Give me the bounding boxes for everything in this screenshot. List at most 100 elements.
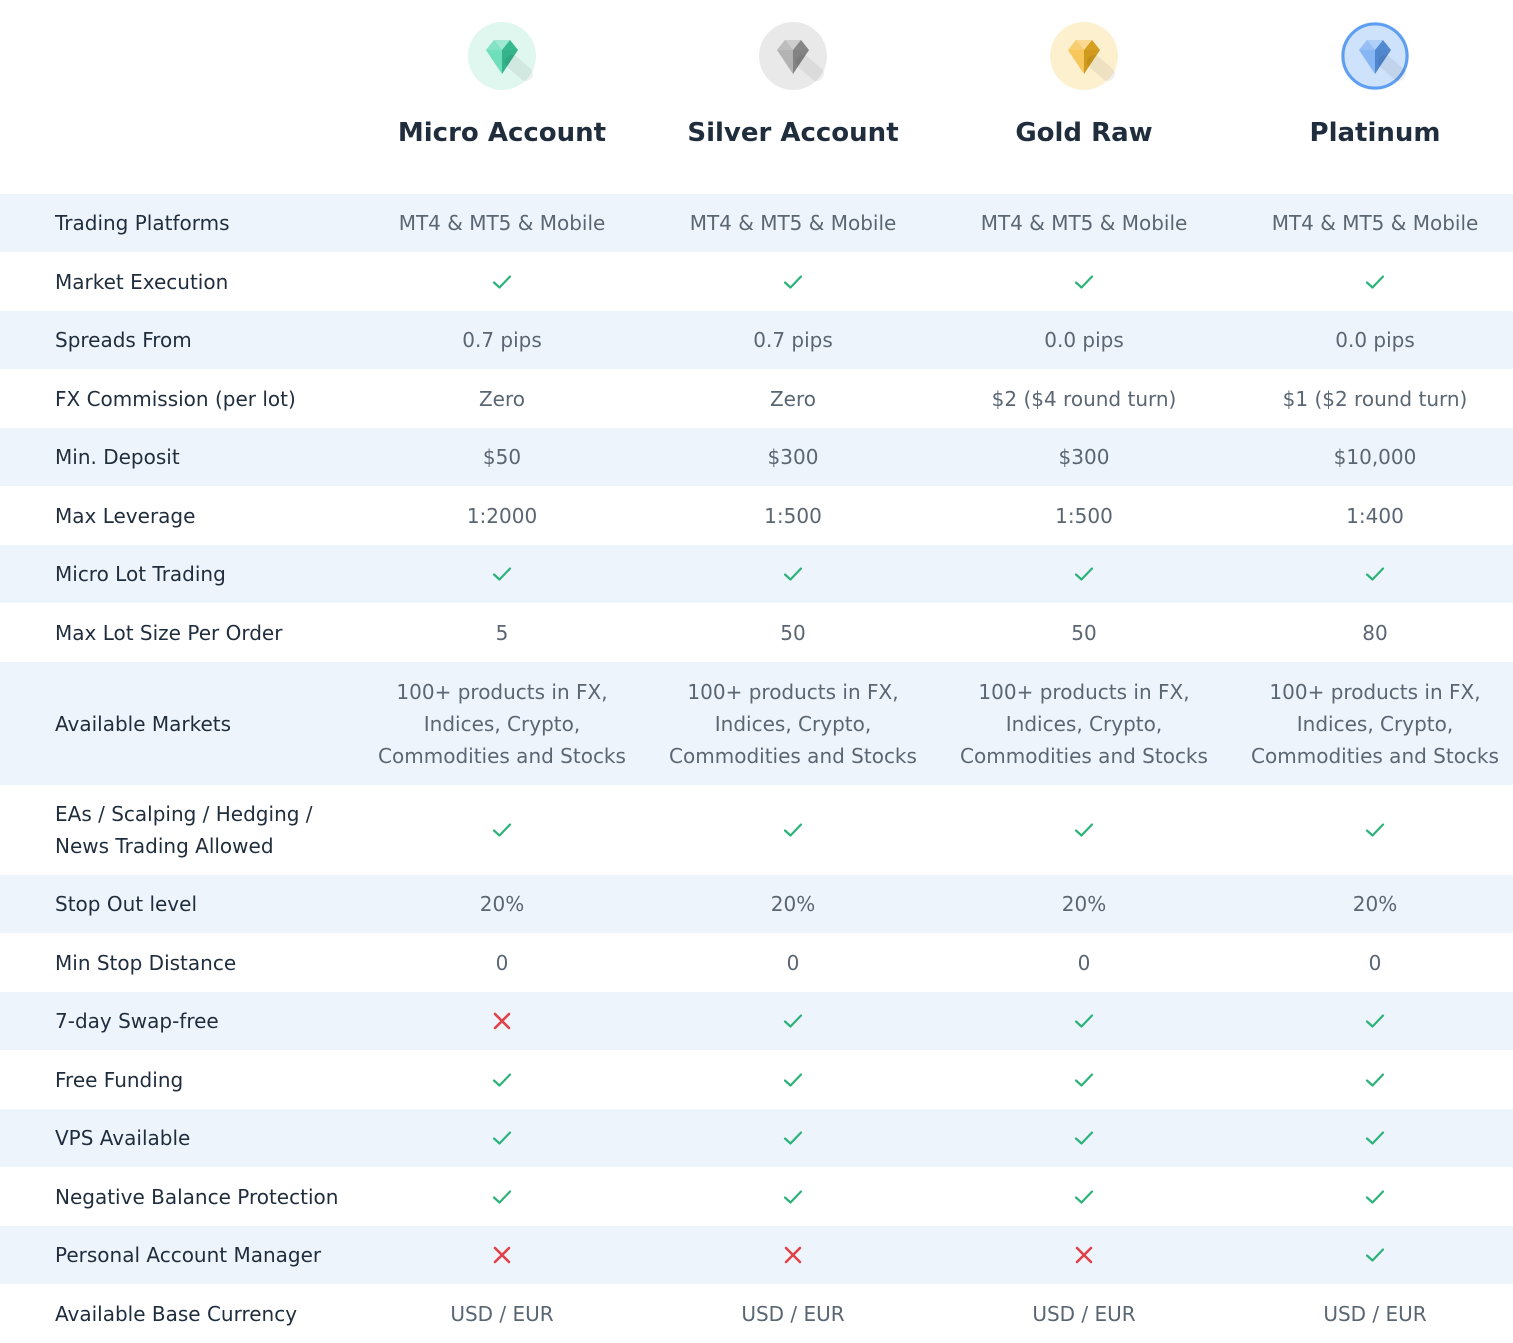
cell-platinum: 80	[1230, 603, 1513, 662]
check-icon	[1365, 1189, 1385, 1205]
cell-platinum	[1230, 1050, 1513, 1109]
row-label-7-day-swap-free: 7-day Swap-free	[55, 1009, 219, 1033]
cross-icon	[784, 1246, 802, 1264]
cell-silver-account: 100+ products in FX, Indices, Crypto, Co…	[648, 662, 938, 785]
cell-platinum: 0.0 pips	[1230, 311, 1513, 369]
row-label-available-markets: Available Markets	[55, 711, 232, 736]
diamond-blue-icon	[1341, 22, 1409, 90]
check-icon	[783, 1189, 803, 1205]
check-icon	[783, 274, 803, 290]
cell-platinum: 20%	[1230, 875, 1513, 933]
cell-value: USD / EUR	[1032, 1301, 1136, 1326]
cell-platinum: 1:400	[1230, 486, 1513, 545]
table-row: Free Funding	[0, 1050, 1513, 1109]
cell-gold-raw	[939, 1050, 1229, 1109]
cell-micro-account: Zero	[357, 369, 647, 428]
row-label-max-lot-size-per-order: Max Lot Size Per Order	[55, 620, 283, 645]
row-label-min-deposit: Min. Deposit	[55, 445, 180, 469]
cell-value: 80	[1362, 620, 1388, 645]
cell-silver-account: USD / EUR	[648, 1284, 938, 1343]
cell-value: 100+ products in FX, Indices, Crypto, Co…	[960, 679, 1208, 768]
cell-platinum	[1230, 1226, 1513, 1284]
cell-micro-account	[357, 992, 647, 1050]
check-icon	[1365, 1247, 1385, 1263]
cell-micro-account: MT4 & MT5 & Mobile	[357, 194, 647, 252]
row-label-min-stop-distance: Min Stop Distance	[55, 950, 237, 975]
row-label-stop-out-level: Stop Out level	[55, 892, 198, 916]
cell-micro-account: 1:2000	[357, 486, 647, 545]
cell-micro-account: 100+ products in FX, Indices, Crypto, Co…	[357, 662, 647, 785]
comparison-rows: Trading Platforms MT4 & MT5 & Mobile MT4 &…	[0, 194, 1513, 1343]
cell-silver-account: 0.7 pips	[648, 311, 938, 369]
cell-value: MT4 & MT5 & Mobile	[689, 211, 897, 235]
cell-value: 1:2000	[466, 503, 538, 528]
cell-platinum: MT4 & MT5 & Mobile	[1230, 194, 1513, 252]
check-icon	[1074, 1013, 1094, 1029]
cell-value: MT4 & MT5 & Mobile	[1271, 211, 1479, 235]
cell-micro-account	[357, 785, 647, 875]
cell-value: $50	[482, 445, 522, 469]
check-icon	[1074, 1130, 1094, 1146]
check-icon	[492, 274, 512, 290]
row-label-micro-lot-trading: Micro Lot Trading	[55, 562, 226, 586]
check-icon	[492, 822, 512, 838]
diamond-gold-icon	[1050, 22, 1118, 90]
cell-silver-account: 50	[648, 603, 938, 662]
cell-platinum	[1230, 252, 1513, 311]
check-icon	[1074, 566, 1094, 582]
cell-value: 50	[780, 620, 806, 645]
check-icon	[1074, 1189, 1094, 1205]
check-icon	[1074, 1072, 1094, 1088]
account-comparison-table: Micro Account Silver Account Gold Raw Plati…	[0, 0, 1513, 1343]
cell-platinum	[1230, 992, 1513, 1050]
cell-silver-account	[648, 1050, 938, 1109]
row-label-negative-balance-protection: Negative Balance Protection	[55, 1184, 339, 1209]
row-label-free-funding: Free Funding	[55, 1067, 184, 1092]
check-icon	[1365, 566, 1385, 582]
cell-value: USD / EUR	[450, 1301, 554, 1326]
row-label-market-execution: Market Execution	[55, 269, 229, 294]
cell-micro-account: 0.7 pips	[357, 311, 647, 369]
cell-silver-account	[648, 545, 938, 603]
plan-column-gold-raw: Gold Raw	[939, 0, 1229, 194]
cell-value: 0	[1077, 950, 1091, 975]
cell-silver-account: 20%	[648, 875, 938, 933]
cell-value: 0.0 pips	[1335, 328, 1415, 352]
table-row: Max Leverage 1:2000 1:500 1:500 1:400	[0, 486, 1513, 545]
cell-micro-account	[357, 545, 647, 603]
check-icon	[1365, 1013, 1385, 1029]
cell-value: 100+ products in FX, Indices, Crypto, Co…	[669, 679, 917, 768]
table-row: Available Base Currency USD / EUR USD / EU…	[0, 1284, 1513, 1343]
table-row: Trading Platforms MT4 & MT5 & Mobile MT4 &…	[0, 194, 1513, 252]
cell-value: 1:500	[764, 503, 822, 528]
cell-gold-raw: USD / EUR	[939, 1284, 1229, 1343]
table-row: Available Markets 100+ products in FX, In…	[0, 662, 1513, 785]
table-row: Personal Account Manager	[0, 1226, 1513, 1284]
cell-micro-account: 20%	[357, 875, 647, 933]
cell-platinum: 100+ products in FX, Indices, Crypto, Co…	[1230, 662, 1513, 785]
row-label-eas-scalping-hedging-news-trading-allowed: EAs / Scalping / Hedging / News Trading …	[55, 802, 313, 858]
cell-value: MT4 & MT5 & Mobile	[398, 211, 606, 235]
cell-value: $1 ($2 round turn)	[1282, 386, 1468, 411]
table-row: Min Stop Distance 0 0 0 0	[0, 933, 1513, 992]
check-icon	[1074, 822, 1094, 838]
cell-silver-account: $300	[648, 428, 938, 486]
cell-value: 20%	[1352, 892, 1398, 916]
cross-icon	[493, 1012, 511, 1030]
cell-gold-raw	[939, 545, 1229, 603]
cell-silver-account: Zero	[648, 369, 938, 428]
table-row: 7-day Swap-free	[0, 992, 1513, 1050]
cell-gold-raw: 0.0 pips	[939, 311, 1229, 369]
table-row: Max Lot Size Per Order 5 50 50 80	[0, 603, 1513, 662]
cell-value: 0.7 pips	[462, 328, 542, 352]
row-label-spreads-from: Spreads From	[55, 328, 192, 352]
cell-value: 1:400	[1346, 503, 1404, 528]
row-label-personal-account-manager: Personal Account Manager	[55, 1243, 322, 1267]
cell-value: 0.7 pips	[753, 328, 833, 352]
cell-value: MT4 & MT5 & Mobile	[980, 211, 1188, 235]
cell-value: 100+ products in FX, Indices, Crypto, Co…	[1251, 679, 1499, 768]
check-icon	[1365, 1072, 1385, 1088]
cell-gold-raw: 1:500	[939, 486, 1229, 545]
cell-value: $10,000	[1333, 445, 1417, 469]
cell-silver-account: 0	[648, 933, 938, 992]
